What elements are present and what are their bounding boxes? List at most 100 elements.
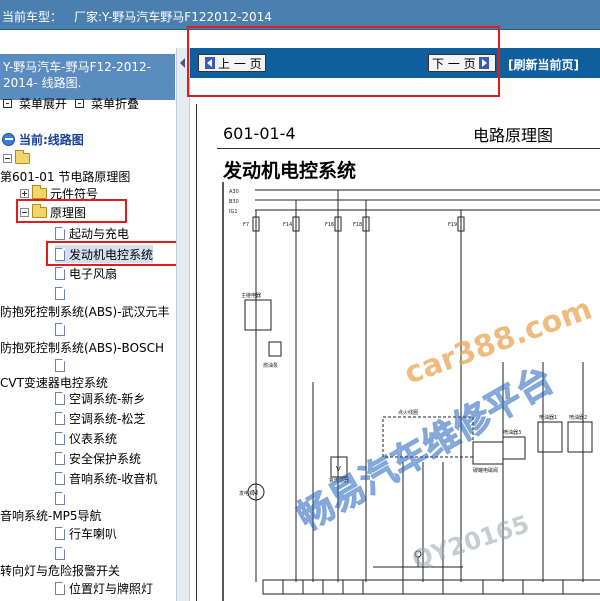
fuse-label: F14 [283, 222, 292, 228]
tree-item-label: 转向灯与危险报警开关 [0, 563, 121, 578]
expand-menu-icon [3, 98, 12, 108]
tree-item-horn[interactable]: 行车喇叭 [55, 524, 117, 542]
schematic-highlight [16, 199, 127, 223]
wiring-diagram: A30 B30 IG1 F7 F14 F16 F18 F19 M V 发电机 点… [222, 182, 600, 601]
expand-all-button[interactable]: 菜单展开 [3, 94, 67, 112]
document-icon [55, 451, 65, 465]
content-pane: 上 一 页 下 一 页 [刷新当前页] 601-01-4 电路原理图 发动机电控… [190, 48, 600, 601]
expand-all-label: 菜单展开 [19, 96, 68, 111]
tree-item-doc[interactable] [55, 356, 69, 374]
current-label: 当前:线路图 [19, 133, 84, 147]
component-label: 燃油泵 [263, 362, 278, 369]
manufacturer-label: 厂家:Y-野马汽车野马F122012-2014 [74, 10, 272, 24]
tree-item-label: 防抱死控制系统(ABS)-武汉元丰 [0, 304, 170, 319]
tree-item-abs-wuhan[interactable]: 防抱死控制系统(ABS)-武汉元丰 [0, 302, 170, 320]
section-label: 第601-01 节电路原理图 [0, 169, 131, 184]
tree-item-ac-songzhi[interactable]: 空调系统-松芝 [55, 409, 145, 427]
tree-item-label: 行车喇叭 [69, 526, 118, 541]
collapse-pane-arrow-icon[interactable] [180, 58, 185, 68]
bus-label: B30 [229, 199, 239, 205]
navigation-pane: Y-野马汽车-野马F12-2012-2014- 线路图. 菜单展开 菜单折叠 当… [0, 48, 176, 601]
component-label: 发电机 [239, 490, 254, 497]
collapse-node-icon[interactable] [3, 153, 12, 163]
document-icon [55, 526, 65, 540]
tree-item-label: 仪表系统 [69, 431, 118, 446]
tree-item-label: 空调系统-松芝 [69, 411, 146, 426]
tree-item-label: 起动与充电 [69, 226, 130, 241]
document-viewer: 601-01-4 电路原理图 发动机电控系统 A30 B30 IG1 F7 F1… [196, 104, 600, 601]
ecu-connector [262, 579, 600, 595]
tree-item-audio-mp5[interactable]: 音响系统-MP5导航 [0, 506, 102, 524]
document-icon [55, 411, 65, 425]
tree-item-label: 音响系统-收音机 [69, 471, 158, 486]
component-label: 喷油器3 [503, 429, 521, 436]
refresh-page-link[interactable]: [刷新当前页] [508, 56, 579, 73]
tree-item-label: 音响系统-MP5导航 [0, 508, 102, 523]
tree-item-audio-radio[interactable]: 音响系统-收音机 [55, 469, 157, 487]
tree-root[interactable] [3, 149, 33, 167]
document-icon [55, 581, 65, 595]
canister-valve [472, 441, 504, 465]
component-label: 氧传感器 [329, 477, 349, 484]
component-label: 喷油器2 [569, 414, 587, 421]
collapse-all-label: 菜单折叠 [91, 96, 140, 111]
document-icon [55, 491, 65, 505]
fuse-label: F19 [448, 222, 457, 228]
injector-2 [567, 421, 593, 453]
bus-label: IG1 [229, 209, 238, 215]
tree-section[interactable]: 第601-01 节电路原理图 [0, 167, 130, 185]
document-icon [55, 546, 65, 560]
tree-item-label: 位置灯与牌照灯 [69, 581, 154, 596]
tree-item-doc[interactable] [55, 544, 69, 562]
navigation-highlight [187, 26, 500, 97]
page-header-rule [217, 148, 600, 149]
web-page-icon [2, 133, 15, 146]
component-label: 主继电器 [241, 292, 261, 299]
ignition-coil-box [382, 416, 474, 458]
component-label: 碳罐电磁阀 [473, 467, 498, 474]
document-icon [55, 226, 65, 240]
tree-item-doc[interactable] [55, 489, 69, 507]
document-icon [55, 471, 65, 485]
tree-item-position-lamp[interactable]: 位置灯与牌照灯 [55, 579, 153, 597]
pane-splitter[interactable] [176, 48, 190, 601]
main-relay [244, 299, 272, 331]
document-icon [55, 391, 65, 405]
tree-item-label: 安全保护系统 [69, 451, 142, 466]
collapse-menu-icon [75, 98, 84, 108]
diagram-title: 发动机电控系统 [223, 160, 357, 182]
tree-item-label: CVT变速器电控系统 [0, 375, 108, 390]
folder-open-icon [15, 149, 30, 164]
fuse-label: F18 [353, 222, 362, 228]
bus-label: A30 [229, 189, 239, 195]
document-icon [55, 431, 65, 445]
document-icon [55, 322, 65, 336]
current-car-info: 当前车型： 厂家:Y-野马汽车野马F122012-2014 [2, 8, 272, 25]
tree-item-turn-signal[interactable]: 转向灯与危险报警开关 [0, 561, 120, 579]
tree-item-starting-charging[interactable]: 起动与充电 [55, 224, 129, 242]
tree-item-abs-bosch[interactable]: 防抱死控制系统(ABS)-BOSCH [0, 338, 164, 356]
document-icon [55, 358, 65, 372]
tree-item-electronic-fan[interactable]: 电子风扇 [55, 264, 117, 282]
fuse-label: F16 [325, 222, 334, 228]
document-icon [55, 286, 65, 300]
expand-node-icon[interactable] [20, 188, 29, 198]
tree-item-doc[interactable] [55, 284, 69, 302]
current-car-label: 当前车型： [2, 10, 63, 24]
page-code: 601-01-4 [223, 124, 296, 143]
tree-item-doc[interactable] [55, 320, 69, 338]
tree-item-label: 电子风扇 [69, 266, 118, 281]
page-label: 电路原理图 [473, 126, 554, 145]
current-location[interactable]: 当前:线路图 [2, 131, 84, 148]
tree-item-ac-xinxiang[interactable]: 空调系统-新乡 [55, 389, 145, 407]
tree-item-instrument[interactable]: 仪表系统 [55, 429, 117, 447]
folder-icon [32, 184, 47, 199]
component-label: 点火线圈 [398, 409, 418, 416]
engine-control-highlight [46, 241, 176, 266]
svg-text:V: V [336, 465, 341, 473]
collapse-all-button[interactable]: 菜单折叠 [75, 94, 139, 112]
fuse-label: F7 [243, 222, 249, 228]
tree-item-label: 空调系统-新乡 [69, 391, 146, 406]
document-icon [55, 266, 65, 280]
tree-item-safety[interactable]: 安全保护系统 [55, 449, 141, 467]
